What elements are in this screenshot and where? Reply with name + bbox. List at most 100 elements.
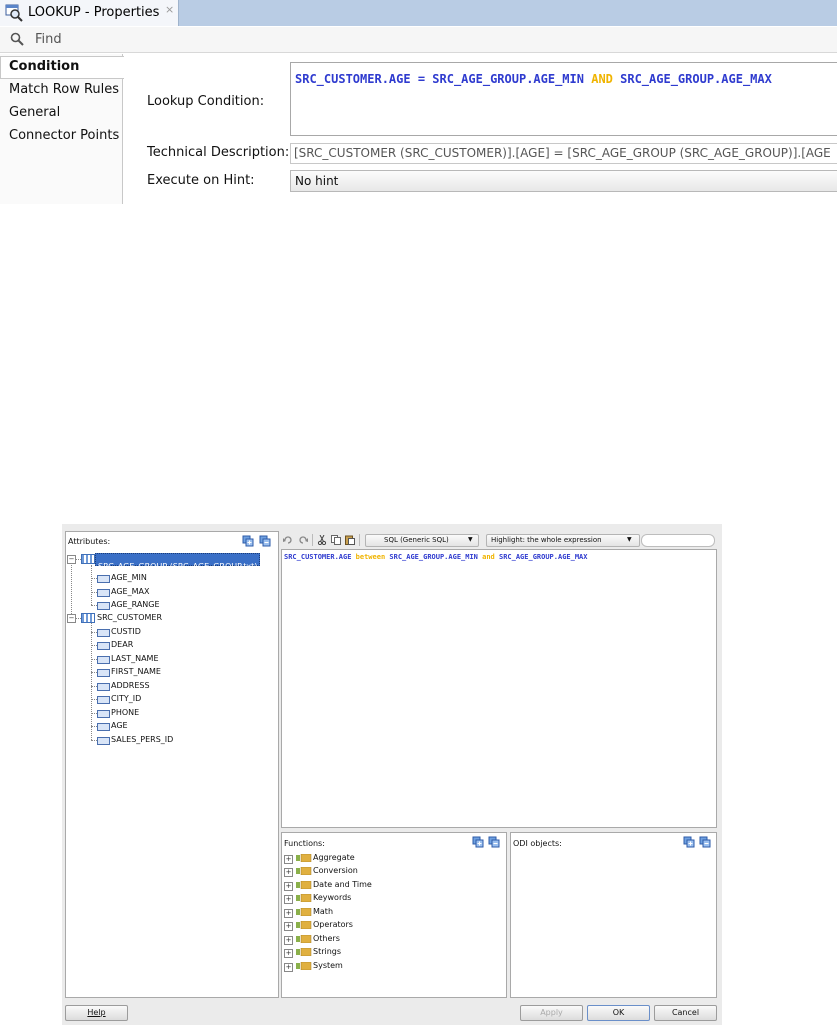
tree-item-sales-pers-id[interactable]: SALES_PERS_ID: [111, 735, 173, 744]
execute-on-hint-label: Execute on Hint:: [147, 173, 255, 188]
column-icon: [97, 642, 110, 650]
tree-line: [91, 619, 92, 740]
expand-toggle[interactable]: +: [284, 909, 293, 918]
column-icon: [97, 710, 110, 718]
function-folder-icon: [296, 867, 312, 875]
lookup-condition-label: Lookup Condition:: [147, 94, 265, 109]
column-icon: [97, 723, 110, 731]
function-folder-icon: [296, 854, 312, 862]
toolbar-separator: [359, 534, 360, 546]
tree-item-age-max[interactable]: AGE_MAX: [111, 587, 149, 596]
function-category-label: Others: [313, 934, 340, 943]
table-icon: [81, 554, 95, 564]
toolbar-search-field[interactable]: [641, 534, 715, 547]
column-icon: [97, 575, 110, 583]
nav-general[interactable]: General: [9, 105, 60, 120]
execute-on-hint-select[interactable]: No hint: [290, 170, 837, 192]
nav-condition[interactable]: Condition: [9, 59, 79, 74]
cancel-button[interactable]: Cancel: [654, 1005, 717, 1021]
function-folder-icon: [296, 894, 312, 902]
expand-all-icon[interactable]: [242, 535, 254, 547]
technical-description-value: [SRC_CUSTOMER (SRC_CUSTOMER)].[AGE] = [S…: [294, 146, 831, 160]
function-category-label: Strings: [313, 947, 342, 956]
expand-all-icon[interactable]: [683, 836, 695, 848]
language-select[interactable]: SQL (Generic SQL) ▼: [365, 534, 479, 547]
attributes-title: Attributes:: [68, 537, 111, 546]
lookup-icon: [5, 4, 23, 22]
tree-node-src-age-group[interactable]: SRC_AGE_GROUP (SRC_AGE_GROUP.txt): [95, 553, 261, 571]
tree-item-city-id[interactable]: CITY_ID: [111, 694, 141, 703]
expression-text: SRC_CUSTOMER.AGE between SRC_AGE_GROUP.A…: [284, 553, 588, 561]
expand-all-icon[interactable]: [472, 836, 484, 848]
find-input[interactable]: Find: [35, 32, 62, 47]
expand-toggle[interactable]: +: [284, 949, 293, 958]
nav-match-row-rules[interactable]: Match Row Rules: [9, 82, 119, 97]
column-icon: [97, 696, 110, 704]
collapse-all-icon[interactable]: [699, 836, 711, 848]
column-icon: [97, 683, 110, 691]
tree-item-address[interactable]: ADDRESS: [111, 681, 150, 690]
ok-button[interactable]: OK: [587, 1005, 650, 1021]
function-category-label: Keywords: [313, 893, 352, 902]
copy-icon[interactable]: [331, 535, 341, 545]
column-icon: [97, 629, 110, 637]
expand-toggle[interactable]: +: [284, 963, 293, 972]
toolbar-separator: [312, 534, 313, 546]
collapse-all-icon[interactable]: [488, 836, 500, 848]
function-category-label: Conversion: [313, 866, 358, 875]
cut-icon[interactable]: [317, 535, 327, 545]
column-icon: [97, 589, 110, 597]
collapse-all-icon[interactable]: [259, 535, 271, 547]
tree-line: [91, 565, 92, 605]
tree-item-age-min[interactable]: AGE_MIN: [111, 573, 147, 582]
technical-description-label: Technical Description:: [147, 145, 290, 160]
expand-toggle[interactable]: +: [284, 936, 293, 945]
expand-toggle[interactable]: +: [284, 855, 293, 864]
function-folder-icon: [296, 935, 312, 943]
tab-lookup-properties[interactable]: LOOKUP - Properties ×: [0, 0, 179, 26]
function-category-label: Date and Time: [313, 880, 372, 889]
tree-item-age-range[interactable]: AGE_RANGE: [111, 600, 160, 609]
column-icon: [97, 656, 110, 664]
odi-objects-panel: ODI objects:: [510, 832, 717, 998]
tab-title: LOOKUP - Properties: [28, 5, 160, 20]
expand-toggle[interactable]: +: [284, 895, 293, 904]
tree-node-src-customer[interactable]: SRC_CUSTOMER: [97, 613, 162, 622]
apply-button[interactable]: Apply: [520, 1005, 583, 1021]
expand-toggle[interactable]: +: [284, 882, 293, 891]
collapse-toggle[interactable]: −: [67, 555, 76, 564]
tree-item-last-name[interactable]: LAST_NAME: [111, 654, 159, 663]
lookup-condition-field[interactable]: SRC_CUSTOMER.AGE = SRC_AGE_GROUP.AGE_MIN…: [290, 62, 837, 136]
highlight-select[interactable]: Highlight: the whole expression ▼: [486, 534, 640, 547]
find-bar[interactable]: Find: [0, 27, 837, 53]
undo-icon[interactable]: [283, 535, 293, 545]
function-category-label: System: [313, 961, 343, 970]
search-icon: [10, 32, 24, 46]
execute-on-hint-value: No hint: [295, 174, 339, 188]
redo-icon[interactable]: [298, 535, 308, 545]
function-category-label: Operators: [313, 920, 353, 929]
tree-item-custid[interactable]: CUSTID: [111, 627, 141, 636]
tree-item-age[interactable]: AGE: [111, 721, 128, 730]
function-category-label: Math: [313, 907, 334, 916]
tree-item-first-name[interactable]: FIRST_NAME: [111, 667, 161, 676]
expand-toggle[interactable]: +: [284, 922, 293, 931]
function-folder-icon: [296, 948, 312, 956]
function-folder-icon: [296, 962, 312, 970]
function-category-label: Aggregate: [313, 853, 355, 862]
nav-connector-points[interactable]: Connector Points: [9, 128, 119, 143]
paste-icon[interactable]: [345, 535, 355, 545]
close-icon[interactable]: ×: [165, 3, 174, 16]
expression-editor[interactable]: SRC_CUSTOMER.AGE between SRC_AGE_GROUP.A…: [281, 549, 717, 828]
expand-toggle[interactable]: +: [284, 868, 293, 877]
tree-item-phone[interactable]: PHONE: [111, 708, 139, 717]
technical-description-field[interactable]: [SRC_CUSTOMER (SRC_CUSTOMER)].[AGE] = [S…: [290, 143, 837, 164]
collapse-toggle[interactable]: −: [67, 614, 76, 623]
expression-editor-dialog: Attributes: − SRC_AGE_GROUP (SRC_AGE_GRO…: [62, 524, 722, 1025]
function-folder-icon: [296, 908, 312, 916]
column-icon: [97, 737, 110, 745]
help-button[interactable]: Help: [65, 1005, 128, 1021]
functions-panel: Functions: + Aggregate + Conversion + Da…: [281, 832, 507, 998]
tree-item-dear[interactable]: DEAR: [111, 640, 133, 649]
function-folder-icon: [296, 921, 312, 929]
